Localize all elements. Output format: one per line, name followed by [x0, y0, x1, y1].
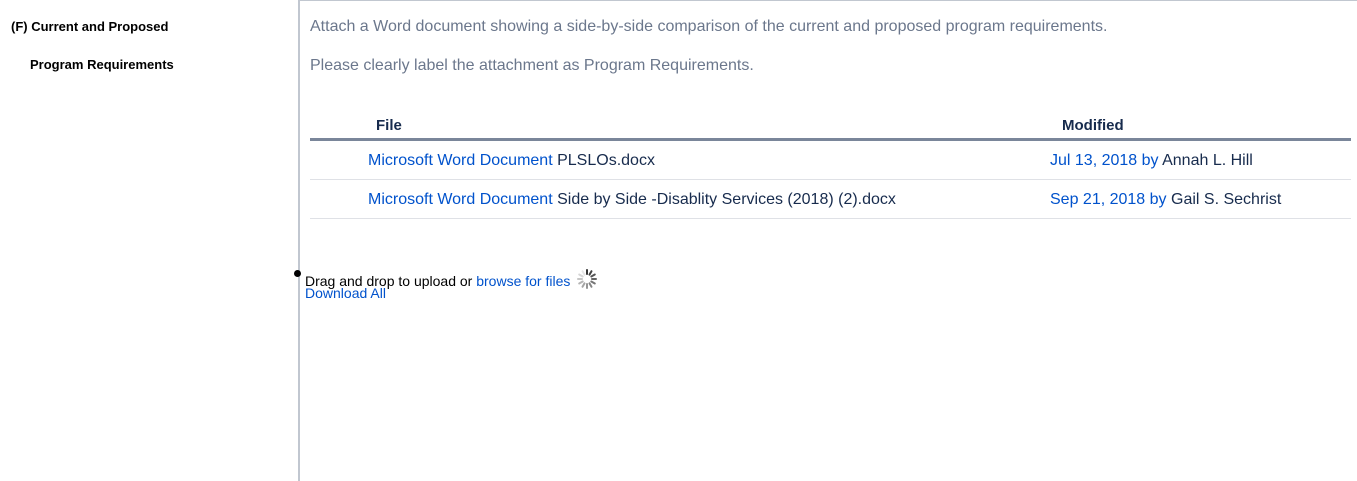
section-title-line-2: Program Requirements — [30, 57, 174, 72]
file-name[interactable]: Side by Side -Disablity Services (2018) … — [557, 191, 896, 208]
file-cell: Microsoft Word Document Side by Side -Di… — [368, 191, 896, 209]
file-type-link[interactable]: Microsoft Word Document — [368, 191, 553, 208]
instruction-text-1: Attach a Word document showing a side-by… — [310, 18, 1108, 35]
modified-author: Annah L. Hill — [1162, 152, 1253, 169]
section-content-cell: Attach a Word document showing a side-by… — [294, 0, 1357, 481]
modified-cell: Jul 13, 2018 by Annah L. Hill — [1050, 152, 1253, 170]
modified-by-label: by — [1149, 191, 1167, 208]
section-title-line-1: (F) Current and Proposed — [11, 19, 169, 34]
table-row: Microsoft Word Document PLSLOs.docx Jul … — [310, 141, 1351, 180]
download-all-line: Download All — [305, 285, 386, 301]
modified-author: Gail S. Sechrist — [1171, 191, 1282, 208]
section-label-cell: (F) Current and Proposed Program Require… — [0, 0, 300, 481]
modified-date-link[interactable]: Jul 13, 2018 — [1050, 152, 1137, 169]
attachments-table: File Modified Microsoft Word Document PL… — [310, 100, 1351, 219]
modified-date-link[interactable]: Sep 21, 2018 — [1050, 191, 1145, 208]
download-all-link[interactable]: Download All — [305, 285, 386, 301]
modified-by-label: by — [1141, 152, 1159, 169]
loading-spinner-icon — [576, 268, 598, 290]
table-row: Microsoft Word Document Side by Side -Di… — [310, 180, 1351, 219]
browse-files-link[interactable]: browse for files — [476, 273, 570, 289]
column-header-modified[interactable]: Modified — [1062, 117, 1124, 134]
modified-cell: Sep 21, 2018 by Gail S. Sechrist — [1050, 191, 1281, 209]
file-name[interactable]: PLSLOs.docx — [557, 152, 655, 169]
file-cell: Microsoft Word Document PLSLOs.docx — [368, 152, 655, 170]
instruction-text-2: Please clearly label the attachment as P… — [310, 57, 754, 74]
attachments-table-header: File Modified — [310, 100, 1351, 141]
file-type-link[interactable]: Microsoft Word Document — [368, 152, 553, 169]
bullet-icon — [294, 270, 301, 277]
column-header-file[interactable]: File — [376, 117, 402, 134]
